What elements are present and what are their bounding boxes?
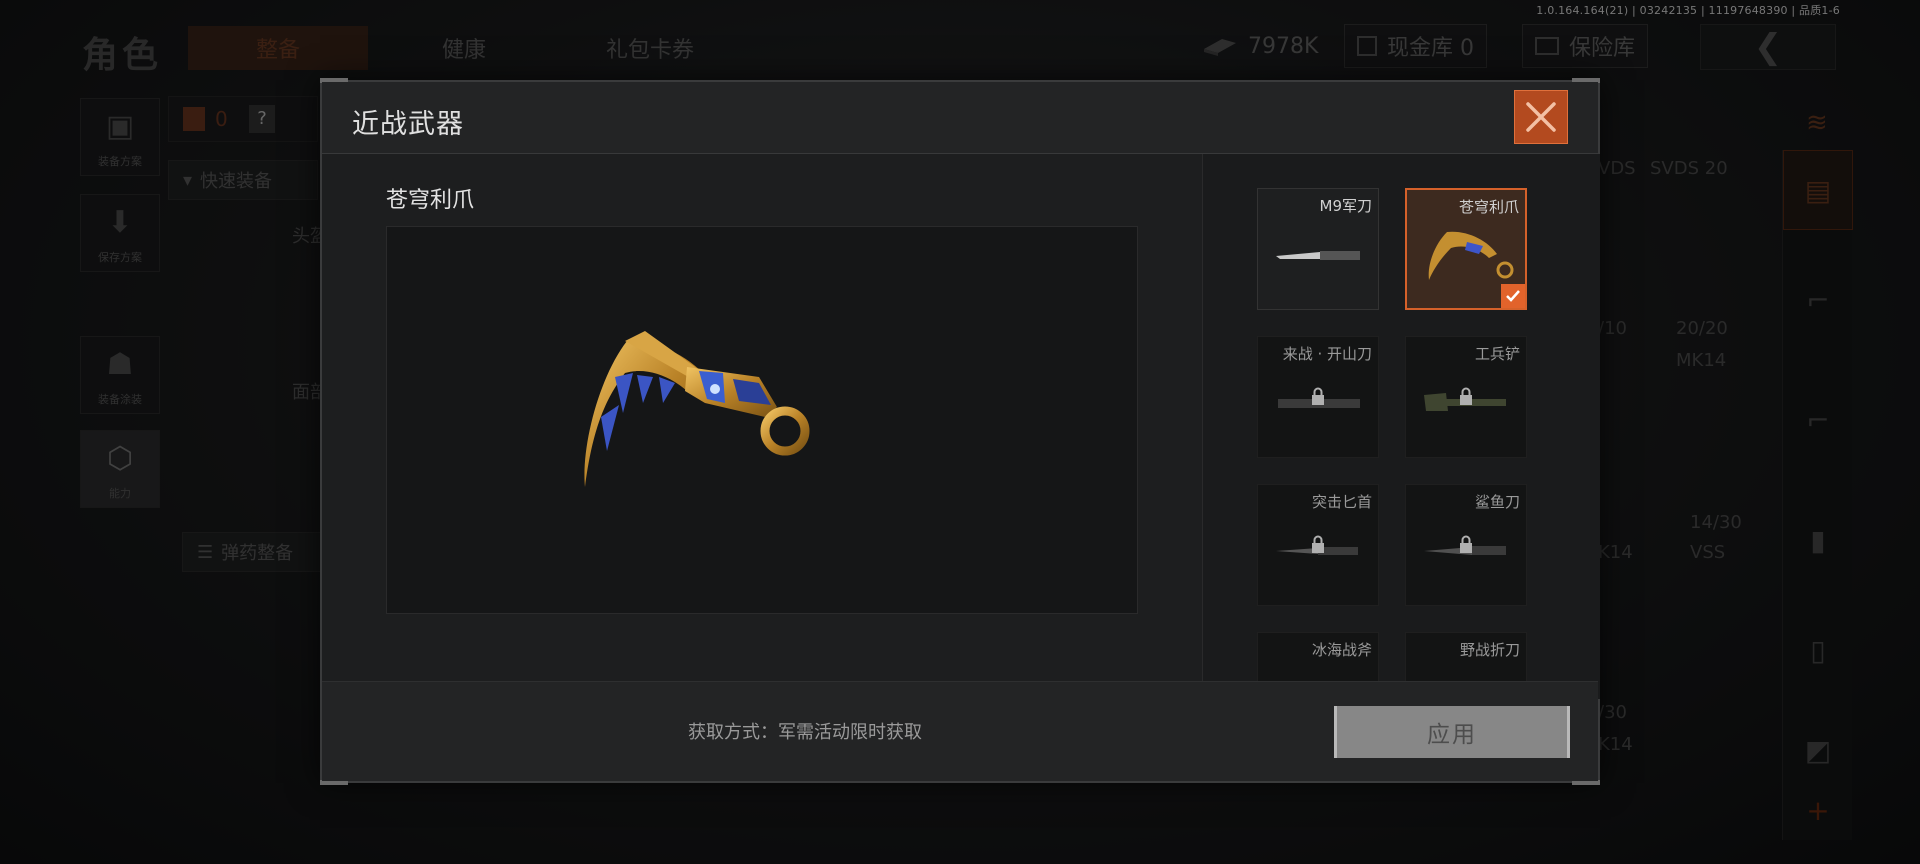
selected-check-icon [1501,284,1525,308]
weapon-card-karambit[interactable]: 苍穹利爪 [1405,188,1527,310]
dialog-header: 近战武器 [322,82,1598,154]
weapon-card-shovel[interactable]: 工兵铲 [1405,336,1527,458]
melee-weapon-list: M9军刀 苍穹利爪 来战 · 开山刀 工兵铲 突击匕首 鲨鱼刀 冰海战斧 野战折… [1202,154,1600,699]
weapon-card-name: 苍穹利爪 [1458,198,1519,216]
karambit-thumbnail [1428,231,1514,280]
lock-icon [1312,535,1324,553]
weapon-card-name: 鲨鱼刀 [1474,493,1520,511]
lock-icon [1460,387,1472,405]
lock-icon [1312,387,1324,405]
weapon-card-shark-knife[interactable]: 鲨鱼刀 [1405,484,1527,606]
weapon-card-name: 冰海战斧 [1311,641,1372,659]
weapon-card-name: M9军刀 [1319,197,1373,215]
lock-icon [1460,535,1472,553]
weapon-card-name: 野战折刀 [1459,641,1520,659]
weapon-card-name: 突击匕首 [1311,493,1372,511]
apply-button[interactable]: 应用 [1334,706,1570,758]
dialog-footer: 获取方式：军需活动限时获取 应用 [322,681,1598,781]
selected-weapon-name: 苍穹利爪 [386,188,475,213]
knife-thumbnail [1276,251,1360,260]
weapon-card-machete[interactable]: 来战 · 开山刀 [1257,336,1379,458]
weapon-card-m9[interactable]: M9军刀 [1257,188,1379,310]
weapon-preview [386,226,1138,614]
acquire-method-text: 获取方式：军需活动限时获取 [688,722,922,743]
melee-weapon-dialog: 近战武器 苍穹利爪 M9军刀 苍穹利爪 来战 · 开山刀 工兵铲 突击匕首 鲨鱼… [320,78,1600,785]
close-button[interactable] [1514,90,1568,144]
weapon-card-name: 工兵铲 [1474,345,1520,363]
weapon-card-name: 来战 · 开山刀 [1282,345,1372,363]
weapon-card-assault-dagger[interactable]: 突击匕首 [1257,484,1379,606]
dialog-title: 近战武器 [352,109,464,140]
karambit-model [584,331,810,487]
close-icon [1526,102,1556,132]
